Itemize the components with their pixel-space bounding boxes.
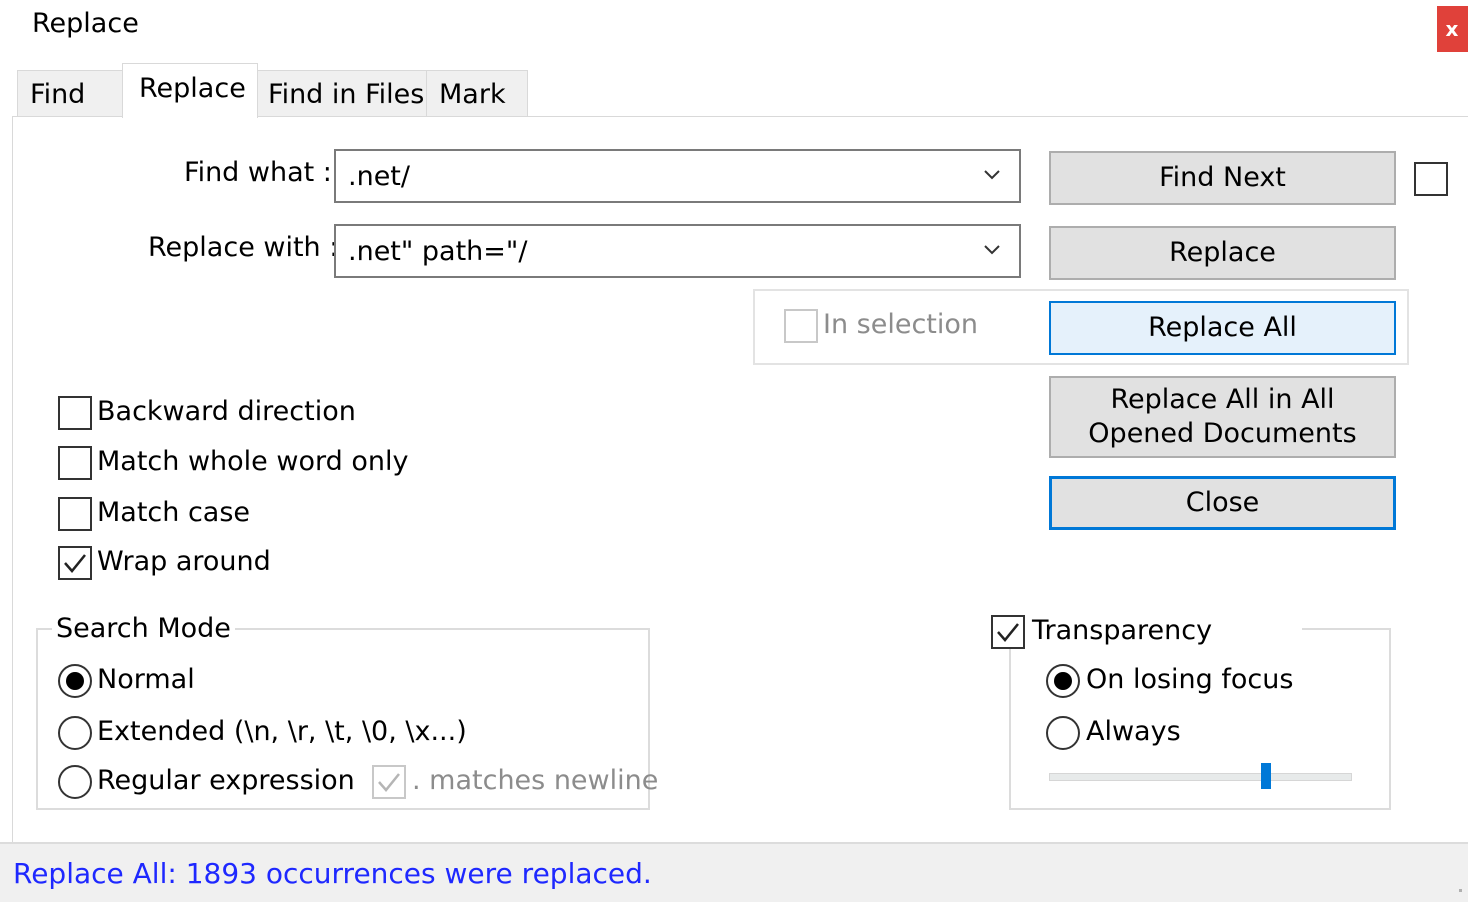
extended-mode-radio[interactable] <box>58 716 92 750</box>
match-case-label: Match case <box>97 497 251 528</box>
tab-find-in-files[interactable]: Find in Files <box>257 70 427 117</box>
window-title: Replace <box>32 8 139 39</box>
replace-with-combo[interactable]: .net" path="/ <box>334 224 1021 278</box>
regex-mode-label: Regular expression <box>97 765 355 796</box>
find-what-label: Find what : <box>184 157 332 188</box>
wrap-around-label: Wrap around <box>97 546 271 577</box>
backward-direction-checkbox[interactable] <box>58 396 92 430</box>
normal-mode-label: Normal <box>97 664 195 695</box>
replace-with-label: Replace with : <box>148 232 339 263</box>
status-text: Replace All: 1893 occurrences were repla… <box>13 856 652 890</box>
wrap-around-checkbox[interactable] <box>58 546 92 580</box>
close-window-button[interactable]: x <box>1437 6 1468 52</box>
find-what-combo[interactable]: .net/ <box>334 149 1021 203</box>
replace-button[interactable]: Replace <box>1049 226 1396 280</box>
radio-dot-icon <box>1054 672 1072 690</box>
match-case-checkbox[interactable] <box>58 497 92 531</box>
matches-newline-checkbox[interactable] <box>372 765 406 799</box>
tab-find[interactable]: Find <box>17 70 123 117</box>
check-icon <box>378 773 400 792</box>
tab-mark[interactable]: Mark <box>426 70 528 117</box>
tab-label: Find <box>30 78 86 110</box>
transparency-slider-track[interactable] <box>1049 773 1352 781</box>
chevron-down-icon[interactable] <box>983 165 1001 183</box>
find-next-option-checkbox[interactable] <box>1414 162 1448 196</box>
replace-all-in-opened-docs-button[interactable]: Replace All in All Opened Documents <box>1049 376 1396 458</box>
normal-mode-radio[interactable] <box>58 664 92 698</box>
tab-label: Mark <box>439 78 506 110</box>
backward-direction-label: Backward direction <box>97 396 356 427</box>
on-losing-focus-radio[interactable] <box>1046 664 1080 698</box>
match-whole-word-checkbox[interactable] <box>58 446 92 480</box>
replace-with-value: .net" path="/ <box>348 235 528 267</box>
tab-replace[interactable]: Replace <box>122 63 258 118</box>
radio-dot-icon <box>66 672 84 690</box>
tab-label: Find in Files <box>268 78 425 110</box>
on-losing-focus-label: On losing focus <box>1086 664 1294 695</box>
transparency-label: Transparency <box>1032 615 1213 646</box>
status-bar: Replace All: 1893 occurrences were repla… <box>0 842 1468 902</box>
always-label: Always <box>1086 716 1181 747</box>
match-whole-word-label: Match whole word only <box>97 446 409 477</box>
search-mode-title: Search Mode <box>52 613 235 644</box>
extended-mode-label: Extended (\n, \r, \t, \0, \x...) <box>97 716 467 747</box>
replace-dialog: Replace x Find Replace Find in Files Mar… <box>0 0 1468 902</box>
transparency-slider-thumb[interactable] <box>1261 763 1271 789</box>
check-icon <box>64 554 86 573</box>
find-what-value: .net/ <box>348 160 410 192</box>
in-selection-checkbox[interactable] <box>784 309 818 343</box>
close-button[interactable]: Close <box>1049 476 1396 530</box>
transparency-checkbox[interactable] <box>991 615 1025 649</box>
find-next-button[interactable]: Find Next <box>1049 151 1396 205</box>
check-icon <box>997 623 1019 642</box>
in-selection-label: In selection <box>823 309 979 340</box>
regex-mode-radio[interactable] <box>58 765 92 799</box>
replace-all-button[interactable]: Replace All <box>1049 301 1396 355</box>
chevron-down-icon[interactable] <box>983 240 1001 258</box>
close-icon: x <box>1445 17 1459 41</box>
resize-grip-icon[interactable] <box>1458 888 1464 894</box>
always-radio[interactable] <box>1046 716 1080 750</box>
matches-newline-label: . matches newline <box>412 765 659 796</box>
tab-label: Replace <box>139 72 246 104</box>
